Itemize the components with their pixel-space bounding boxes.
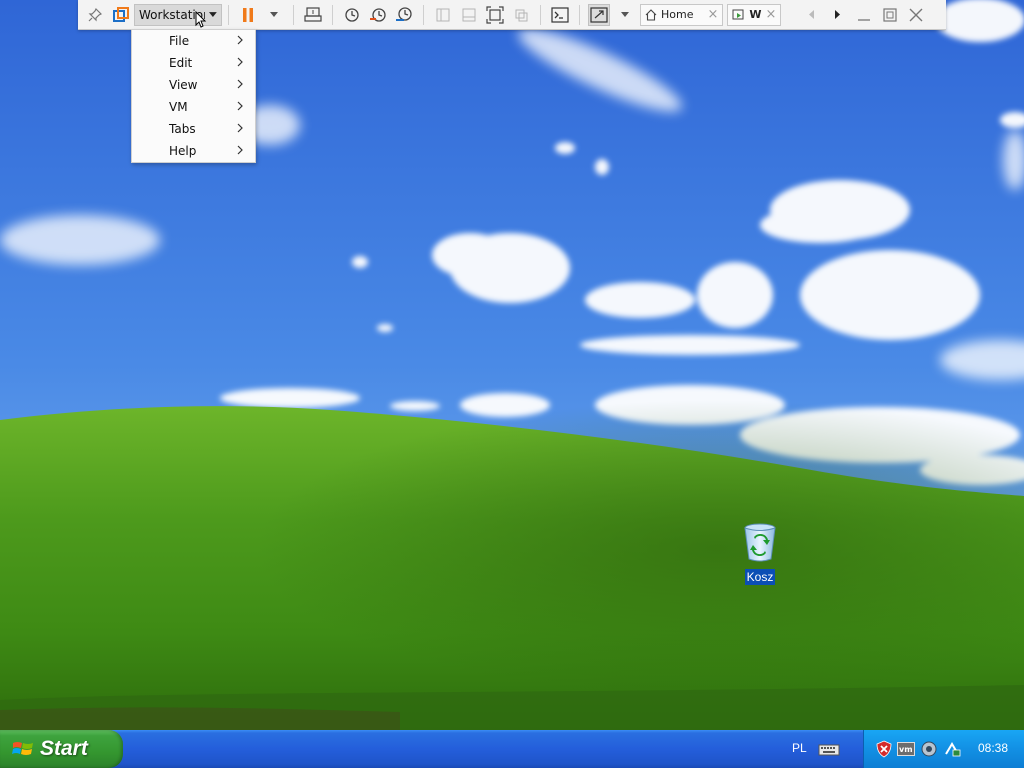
desktop-icon-label: Kosz xyxy=(744,569,776,585)
stretch-options-dropdown[interactable] xyxy=(614,4,636,26)
scroll-tabs-left-button[interactable] xyxy=(801,4,823,26)
menu-item-view[interactable]: View xyxy=(132,74,255,96)
console-view-button[interactable] xyxy=(549,4,571,26)
show-library-button[interactable] xyxy=(432,4,454,26)
recycle-bin-icon xyxy=(744,523,776,562)
snapshot-manager-button[interactable] xyxy=(393,4,415,26)
chevron-down-icon xyxy=(621,11,629,17)
vmware-logo-button[interactable] xyxy=(110,4,132,26)
toolbar-separator xyxy=(579,4,580,25)
tray-volume[interactable] xyxy=(920,740,938,758)
toolbar-separator xyxy=(332,4,333,25)
scroll-tabs-right-button[interactable] xyxy=(827,4,849,26)
toolbar-separator xyxy=(293,4,294,25)
close-tab-icon[interactable]: × xyxy=(707,7,718,22)
keyboard-icon[interactable] xyxy=(818,741,840,757)
vmware-logo-icon xyxy=(113,6,129,22)
toolbar-separator xyxy=(540,4,541,25)
chevron-right-icon xyxy=(237,57,243,67)
tab-vm-label: W xyxy=(749,8,762,21)
tab-home[interactable]: Home × xyxy=(640,3,724,26)
chevron-right-icon xyxy=(835,10,841,19)
library-panel-icon xyxy=(436,8,450,21)
keyboard-send-icon xyxy=(304,6,322,22)
pin-icon xyxy=(88,7,102,21)
speaker-icon xyxy=(921,741,937,757)
security-shield-icon xyxy=(876,740,892,758)
clock[interactable]: 08:38 xyxy=(978,741,1008,755)
menu-item-label: VM xyxy=(169,100,188,114)
unity-button[interactable] xyxy=(510,4,532,26)
menu-item-vm[interactable]: VM xyxy=(132,96,255,118)
full-screen-button[interactable] xyxy=(484,4,506,26)
language-indicator[interactable]: PL xyxy=(792,741,807,755)
toolbar-separator xyxy=(423,4,424,25)
close-tab-icon[interactable]: × xyxy=(766,7,777,22)
chevron-left-icon xyxy=(809,10,815,19)
menu-item-label: Help xyxy=(169,144,197,158)
workstation-dropdown-menu: File Edit View VM Tabs Help xyxy=(131,29,256,163)
revert-snapshot-icon xyxy=(370,7,386,22)
full-screen-icon xyxy=(486,5,504,24)
stretch-icon xyxy=(590,6,608,23)
taskbar: Start PL vm 08:38 xyxy=(0,730,1024,768)
menu-item-label: File xyxy=(169,34,190,48)
menu-item-label: Edit xyxy=(169,56,193,70)
restore-icon xyxy=(883,7,898,22)
power-options-dropdown[interactable] xyxy=(263,4,285,26)
tab-home-label: Home xyxy=(661,8,694,21)
restore-button[interactable] xyxy=(877,4,903,26)
terminal-icon xyxy=(551,6,569,23)
menu-item-label: Tabs xyxy=(169,122,196,136)
minimize-icon xyxy=(858,18,871,21)
snapshot-icon xyxy=(345,7,359,22)
vm-running-icon xyxy=(732,9,744,19)
chevron-right-icon xyxy=(237,79,243,89)
chevron-right-icon xyxy=(237,35,243,45)
tray-network[interactable] xyxy=(943,740,961,758)
suspend-button[interactable] xyxy=(237,4,259,26)
thumbnail-bar-icon xyxy=(462,8,476,21)
tab-vm[interactable]: W × xyxy=(727,3,782,26)
menu-item-label: View xyxy=(169,78,198,92)
tray-security-alert[interactable] xyxy=(876,740,892,758)
menu-item-file[interactable]: File xyxy=(132,30,255,52)
start-label: Start xyxy=(40,737,88,760)
chevron-right-icon xyxy=(237,145,243,155)
show-thumbnail-bar-button[interactable] xyxy=(458,4,480,26)
menu-item-help[interactable]: Help xyxy=(132,140,255,162)
pause-icon xyxy=(243,7,253,22)
mouse-cursor-icon xyxy=(195,10,207,28)
vmware-toolbar: Workstation Home × W × xyxy=(78,0,946,30)
desktop-icon-recycle-bin[interactable]: Kosz xyxy=(738,522,782,585)
stretch-guest-button[interactable] xyxy=(588,3,610,26)
snapshot-manager-icon xyxy=(396,6,412,21)
menu-item-tabs[interactable]: Tabs xyxy=(132,118,255,140)
unity-icon xyxy=(515,9,528,21)
revert-snapshot-button[interactable] xyxy=(367,4,389,26)
close-button[interactable] xyxy=(903,4,929,26)
close-icon xyxy=(909,8,923,21)
chevron-down-icon xyxy=(270,11,278,17)
chevron-down-icon xyxy=(209,11,217,17)
toolbar-separator xyxy=(228,4,229,25)
send-ctrl-alt-del-button[interactable] xyxy=(302,4,324,26)
minimize-button[interactable] xyxy=(851,4,877,26)
system-tray: vm 08:38 xyxy=(863,730,1024,768)
pin-toolbar-button[interactable] xyxy=(84,4,106,26)
vmware-tools-icon: vm xyxy=(897,742,915,756)
workstation-menu-button[interactable]: Workstation xyxy=(134,3,222,28)
chevron-right-icon xyxy=(237,123,243,133)
menu-item-edit[interactable]: Edit xyxy=(132,52,255,74)
svg-text:vm: vm xyxy=(899,745,913,754)
chevron-right-icon xyxy=(237,101,243,111)
network-icon xyxy=(945,742,961,757)
take-snapshot-button[interactable] xyxy=(341,4,363,26)
tray-vmware-tools[interactable]: vm xyxy=(897,742,915,756)
start-button[interactable]: Start xyxy=(0,730,123,768)
windows-logo-icon xyxy=(12,742,33,755)
home-icon xyxy=(645,8,657,21)
